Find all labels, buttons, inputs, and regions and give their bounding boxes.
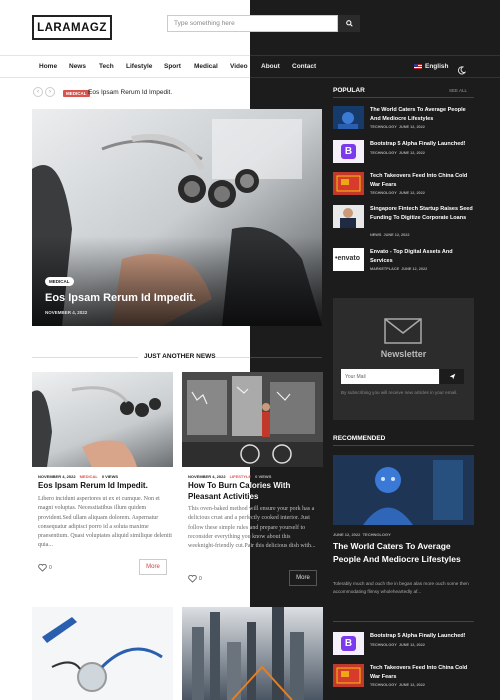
send-icon [449, 373, 455, 380]
us-flag-icon [414, 64, 422, 69]
newsletter-title: Newsletter [380, 349, 427, 359]
popular-item-meta: TECHNOLOGY JUNE 12, 2022 [370, 125, 425, 129]
recommended-item[interactable]: Tech Takeovers Feed Into China Cold War … [333, 664, 473, 690]
newsletter-box [333, 298, 474, 420]
newsletter-description: By subscribing you will receive new arti… [341, 390, 458, 395]
card-excerpt: This oven-baked method will ensure your … [188, 505, 318, 551]
popular-item-meta: MARKETPLACE JUNE 12, 2022 [370, 267, 428, 271]
like-button[interactable]: 0 [38, 564, 52, 572]
recommended-item-meta: TECHNOLOGY JUNE 12, 2022 [370, 683, 425, 687]
recommended-meta: JUNE 12, 2022 TECHNOLOGY [333, 532, 391, 537]
popular-item-title: The World Caters To Average People And M… [370, 107, 466, 122]
card-meta: NOVEMBER 4, 2022 MEDICAL 0 VIEWS [38, 474, 119, 479]
card-image-bike-street[interactable] [182, 372, 323, 467]
ticker-prev-button[interactable]: ‹ [33, 87, 43, 97]
popular-item-meta: TECHNOLOGY JUNE 12, 2022 [370, 191, 425, 195]
recommended-title: RECOMMENDED [333, 435, 386, 442]
ticker-headline[interactable]: Eos Ipsam Rerum Id Impedit. [88, 89, 172, 96]
ticker-next-button[interactable]: › [45, 87, 55, 97]
hero-date: NOVEMBER 4, 2022 [45, 310, 88, 315]
card-image-city[interactable] [182, 607, 323, 700]
popular-item[interactable]: Tech Takeovers Feed Into China Cold War … [333, 172, 473, 198]
card-title[interactable]: How To Burn Calories With Pleasant Activ… [188, 481, 313, 502]
recommended-item[interactable]: B Bootstrap 5 Alpha Finally Launched! TE… [333, 632, 473, 658]
chevron-left-icon: ‹ [37, 89, 39, 95]
recommended-divider [333, 445, 474, 446]
bootstrap-logo-icon: B [341, 144, 356, 159]
popular-thumb-china [333, 172, 364, 195]
nav-video[interactable]: Video [230, 63, 248, 70]
moon-icon [457, 66, 467, 75]
popular-item[interactable]: The World Caters To Average People And M… [333, 106, 473, 132]
section-divider-right [216, 357, 322, 358]
card-image-dental[interactable] [32, 372, 173, 467]
nav-medical[interactable]: Medical [194, 63, 218, 70]
language-selector[interactable]: English [414, 63, 448, 70]
section-divider-left [32, 357, 138, 358]
popular-item[interactable]: B Bootstrap 5 Alpha Finally Launched! TE… [333, 140, 473, 166]
nav-divider [0, 77, 500, 78]
see-all-link[interactable]: SEE ALL [449, 88, 467, 93]
popular-item[interactable]: •envato Envato - Top Digital Assets And … [333, 248, 473, 274]
language-label: English [425, 63, 449, 70]
envelope-icon [384, 318, 422, 349]
recommended-item-title: Bootstrap 5 Alpha Finally Launched! [370, 633, 466, 639]
newsletter-submit-button[interactable] [440, 369, 464, 384]
hero-title[interactable]: Eos Ipsam Rerum Id Impedit. [45, 292, 196, 304]
card-meta: NOVEMBER 4, 2022 LIFESTYLE 0 VIEWS [188, 474, 272, 479]
heart-icon [188, 575, 197, 583]
recommended-excerpt: Tolerably much and ouch the in began ala… [333, 581, 469, 594]
popular-item-title: Singapore Fintech Startup Raises Seed Fu… [370, 206, 473, 221]
popular-item-meta: NEWS JUNE 12, 2022 [370, 233, 410, 237]
recommended-image[interactable] [333, 455, 474, 525]
card-image-stethoscope[interactable] [32, 607, 173, 700]
popular-thumb-ai [333, 106, 364, 129]
search-icon [345, 20, 353, 27]
chevron-right-icon: › [49, 89, 51, 95]
nav-contact[interactable]: Contact [292, 63, 316, 70]
recommended-list-divider [333, 621, 474, 622]
recommended-item-meta: TECHNOLOGY JUNE 12, 2022 [370, 643, 425, 647]
popular-thumb-person [333, 205, 364, 228]
more-button[interactable]: More [139, 559, 167, 575]
just-another-news-title: JUST ANOTHER NEWS [144, 353, 216, 360]
recommended-thumb-china [333, 664, 364, 687]
card-title[interactable]: Eos Ipsam Rerum Id Impedit. [38, 481, 168, 492]
hero-category-badge[interactable]: MEDICAL [45, 277, 74, 286]
envato-logo-icon: •envato [335, 255, 361, 262]
recommended-item-title: Tech Takeovers Feed Into China Cold War … [370, 665, 468, 680]
newsletter-email-input[interactable] [341, 369, 439, 384]
search-button[interactable] [338, 15, 360, 32]
nav-tech[interactable]: Tech [99, 63, 114, 70]
header-divider [0, 55, 500, 56]
heart-icon [38, 564, 47, 572]
popular-item[interactable]: Singapore Fintech Startup Raises Seed Fu… [333, 205, 473, 238]
recommended-headline[interactable]: The World Caters To Average People And M… [333, 540, 474, 565]
search-input[interactable] [167, 15, 338, 32]
popular-item-title: Tech Takeovers Feed Into China Cold War … [370, 173, 468, 188]
nav-sport[interactable]: Sport [164, 63, 181, 70]
popular-thumb-envato: •envato [333, 248, 364, 271]
more-button[interactable]: More [289, 570, 317, 586]
like-button[interactable]: 0 [188, 575, 202, 583]
popular-item-title: Bootstrap 5 Alpha Finally Launched! [370, 141, 466, 147]
ticker-badge[interactable]: Medical [63, 90, 90, 97]
recommended-thumb-bootstrap: B [333, 632, 364, 655]
popular-thumb-bootstrap: B [333, 140, 364, 163]
bootstrap-logo-icon: B [341, 636, 356, 651]
nav-about[interactable]: About [261, 63, 280, 70]
popular-item-meta: TECHNOLOGY JUNE 12, 2022 [370, 151, 425, 155]
site-logo[interactable]: LARAMAGZ [32, 15, 112, 40]
logo-text: LARAMAGZ [37, 21, 107, 34]
nav-news[interactable]: News [69, 63, 86, 70]
nav-home[interactable]: Home [39, 63, 57, 70]
nav-lifestyle[interactable]: Lifestyle [126, 63, 152, 70]
card-excerpt: Libero incidunt asperiores ut ex et cumq… [38, 496, 172, 549]
popular-item-title: Envato - Top Digital Assets And Services [370, 249, 453, 264]
popular-title: POPULAR [333, 87, 365, 94]
popular-divider [333, 97, 474, 98]
